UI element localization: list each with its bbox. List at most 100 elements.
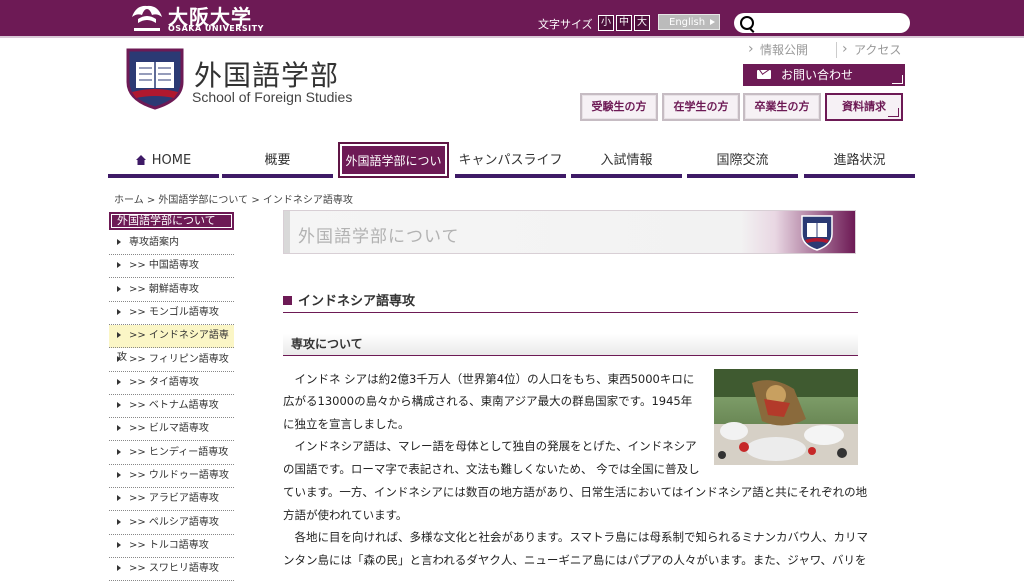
triangle-right-icon — [117, 472, 121, 478]
nav-admissions[interactable]: 入試情報 — [571, 148, 682, 178]
triangle-right-icon — [117, 355, 121, 362]
sidebar-item-label: >> タイ語専攻 — [129, 376, 199, 388]
body-text-line: インドネ シアは約2億3千万人（世界第4位）の人口をもち、東西5000キロに — [283, 372, 695, 386]
sidebar-item-label: >> ビルマ語専攻 — [129, 423, 209, 435]
breadcrumb[interactable]: ホーム > 外国語学部について > インドネシア語専攻 — [114, 191, 353, 206]
corner-arrow-icon — [888, 108, 899, 117]
mail-icon — [757, 70, 771, 79]
alumni-button[interactable]: 卒業生の方 — [743, 93, 821, 121]
faculty-emblem-icon — [801, 215, 833, 251]
font-size-medium-button[interactable]: 中 — [616, 15, 632, 31]
sidebar-item[interactable]: 専攻語案内 — [109, 232, 234, 255]
university-name-en[interactable]: OSAKA UNIVERSITY — [168, 24, 264, 33]
top-bar: 大阪大学 OSAKA UNIVERSITY 文字サイズ 小 中 大 Englis… — [0, 0, 1024, 38]
triangle-right-icon — [117, 239, 121, 245]
search-box — [734, 13, 910, 33]
sidebar-item[interactable]: >> タイ語専攻 — [109, 372, 234, 395]
body-text-line: ンタン島には「森の民」と言われるダヤク人、ニューギニア島にはパプアの人々がいます… — [283, 553, 867, 567]
body-text-line: インドネシア語は、マレー語を母体として独自の発展をとげた、インドネシア — [283, 439, 697, 453]
square-bullet-icon — [283, 296, 292, 305]
sidebar-item[interactable]: >> ペルシア語専攻 — [109, 512, 234, 535]
sidebar-item[interactable]: >> ヒンディー語専攻 — [109, 442, 234, 465]
faculty-name-en[interactable]: School of Foreign Studies — [192, 89, 352, 105]
body-text-line: 方語が使われています。 — [283, 508, 408, 522]
search-icon[interactable] — [740, 16, 754, 30]
request-materials-button[interactable]: 資料請求 — [825, 93, 903, 121]
sidebar-item[interactable]: >> スワヒリ語専攻 — [109, 558, 234, 581]
triangle-right-icon — [117, 495, 121, 502]
sidebar-item[interactable]: >> フィリピン語専攻 — [109, 349, 234, 372]
font-size-large-button[interactable]: 大 — [634, 15, 650, 31]
nav-campus-life[interactable]: キャンパスライフ — [455, 148, 566, 178]
body-text-line: 各地に目を向ければ、多様な文化と社会があります。スマトラ島には母系制で知られるミ… — [283, 530, 868, 544]
english-button[interactable]: English — [658, 14, 720, 30]
sidebar-item-label: >> ペルシア語専攻 — [129, 516, 219, 528]
triangle-right-icon — [117, 541, 121, 548]
triangle-right-icon — [117, 262, 121, 269]
faculty-emblem-icon[interactable] — [126, 48, 184, 110]
body-text-line: 広がる13000の島々から構成される、東南アジア最大の群島国家です。1945年 — [283, 394, 693, 408]
sidebar-item[interactable]: >> モンゴル語専攻 — [109, 302, 234, 325]
banner-title: 外国語学部について — [298, 227, 460, 247]
util-link-disclosure[interactable]: 情報公開 — [746, 40, 808, 59]
search-input[interactable] — [758, 15, 907, 32]
sidebar-item[interactable]: >> インドネシア語専攻 — [109, 325, 234, 363]
sidebar-item[interactable]: >> トルコ語専攻 — [109, 535, 234, 558]
section-title-text: インドネシア語専攻 — [298, 294, 416, 309]
nav-career[interactable]: 進路状況 — [804, 148, 915, 178]
triangle-right-icon — [117, 518, 121, 525]
sidebar-item[interactable]: >> 朝鮮語専攻 — [109, 279, 234, 302]
sidebar-item-label: >> トルコ語専攻 — [129, 539, 209, 551]
sidebar-item-label: >> スワヒリ語専攻 — [129, 563, 219, 575]
faculty-name-ja[interactable]: 外国語学部 — [194, 54, 339, 94]
font-size-label: 文字サイズ — [538, 18, 593, 31]
contact-label: お問い合わせ — [781, 68, 854, 82]
body-text-line: ています。一方、インドネシアには数百の地方語があり、日常生活においてはインドネシ… — [283, 485, 868, 499]
triangle-right-icon — [117, 285, 121, 292]
triangle-right-icon — [117, 332, 121, 339]
sidebar-item-label: >> ヒンディー語専攻 — [129, 446, 229, 458]
section-title: インドネシア語専攻 — [283, 290, 858, 313]
triangle-right-icon — [117, 378, 121, 385]
triangle-right-icon — [117, 402, 121, 409]
sidebar-item-label: >> モンゴル語専攻 — [129, 306, 219, 318]
osaka-university-logo-icon[interactable] — [130, 3, 164, 33]
sub-title: 専攻について — [283, 334, 858, 356]
sidebar-item-label: >> 朝鮮語専攻 — [129, 283, 199, 295]
sidebar-title[interactable]: 外国語学部について — [109, 212, 234, 230]
festival-photo — [714, 369, 858, 465]
banner-edge — [284, 211, 290, 253]
sidebar-item[interactable]: >> ベトナム語専攻 — [109, 395, 234, 419]
sidebar-item-label: >> 中国語専攻 — [129, 260, 199, 272]
sidebar-item-label: >> アラビア語専攻 — [129, 493, 219, 505]
sidebar-item[interactable]: >> 中国語専攻 — [109, 255, 234, 279]
nav-home[interactable]: HOME — [108, 148, 219, 178]
current-students-button[interactable]: 在学生の方 — [662, 93, 740, 121]
home-icon — [135, 155, 146, 165]
sidebar-item-label: >> ベトナム語専攻 — [129, 400, 219, 412]
sidebar-item-label: >> ウルドゥー語専攻 — [129, 470, 229, 481]
util-divider — [836, 42, 837, 58]
font-size-small-button[interactable]: 小 — [598, 15, 614, 31]
corner-arrow-icon — [892, 75, 903, 84]
triangle-right-icon — [117, 425, 121, 432]
sidebar-item-label: >> フィリピン語専攻 — [129, 353, 229, 365]
request-materials-label: 資料請求 — [842, 100, 886, 113]
body-text-line: に独立を宣言しました。 — [283, 417, 410, 431]
sidebar-item[interactable]: >> ウルドゥー語専攻 — [109, 465, 234, 488]
contact-button[interactable]: お問い合わせ — [743, 64, 905, 86]
nav-overview[interactable]: 概要 — [222, 148, 333, 178]
page-banner: 外国語学部について — [283, 210, 856, 254]
triangle-right-icon — [117, 308, 121, 315]
sidebar-item-label: 専攻語案内 — [129, 237, 179, 248]
triangle-right-icon — [117, 565, 121, 572]
sidebar-item[interactable]: >> ビルマ語専攻 — [109, 418, 234, 442]
nav-international[interactable]: 国際交流 — [687, 148, 798, 178]
sidebar-item[interactable]: >> アラビア語専攻 — [109, 488, 234, 512]
triangle-right-icon — [117, 448, 121, 455]
nav-about-faculty[interactable]: 外国語学部について — [338, 142, 449, 202]
nav-home-label: HOME — [151, 153, 192, 168]
util-link-access[interactable]: アクセス — [840, 40, 901, 59]
prospective-students-button[interactable]: 受験生の方 — [580, 93, 658, 121]
body-text-line: の国語です。ローマ字で表記され、文法も難しくないため、 今では全国に普及し — [283, 462, 700, 476]
